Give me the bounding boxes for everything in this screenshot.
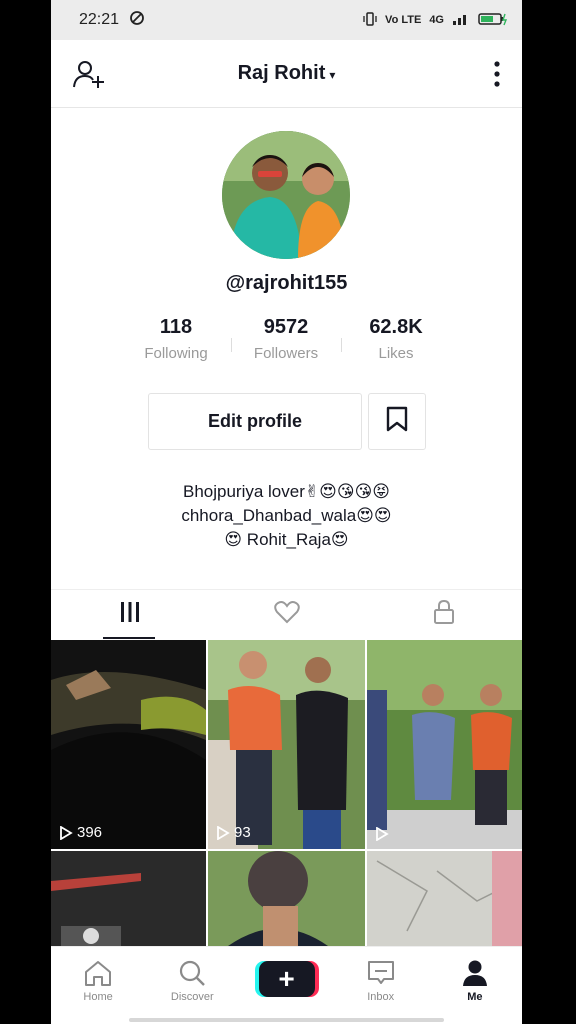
- stat-label: Likes: [378, 345, 414, 362]
- profile-stats: 118 Following 9572 Followers 62.8K Likes: [121, 316, 451, 362]
- video-thumbnail[interactable]: [51, 851, 206, 946]
- more-options-icon[interactable]: [494, 60, 500, 93]
- bio-line: Bhojpuriya lover✌😍😘😘😝: [182, 482, 391, 501]
- nav-home[interactable]: Home: [51, 947, 145, 1024]
- video-thumbnail[interactable]: 93: [208, 640, 365, 849]
- bookmark-icon: [386, 406, 408, 437]
- bottom-nav: Home Discover + Inbox Me: [51, 946, 522, 1024]
- tab-liked[interactable]: [208, 590, 365, 639]
- volte-label: Vo LTE: [385, 14, 422, 26]
- add-friend-icon[interactable]: [73, 60, 105, 95]
- tab-videos[interactable]: [51, 590, 208, 639]
- status-icons: Vo LTE 4G: [363, 11, 508, 29]
- lock-icon: [433, 599, 455, 630]
- heart-icon: [273, 600, 300, 629]
- view-count: 396: [59, 824, 102, 841]
- nav-label: Home: [83, 991, 113, 1003]
- status-bar: 22:21 Vo LTE 4G: [51, 0, 522, 40]
- edit-profile-button[interactable]: Edit profile: [148, 393, 362, 450]
- view-count: 93: [216, 824, 251, 841]
- create-button[interactable]: +: [258, 961, 315, 997]
- video-thumbnail[interactable]: [208, 851, 365, 946]
- view-count-value: 93: [234, 824, 251, 841]
- nav-create[interactable]: +: [239, 947, 333, 1024]
- nav-inbox[interactable]: Inbox: [334, 947, 428, 1024]
- profile-header: Raj Rohit ▾: [51, 40, 522, 108]
- home-icon: [85, 961, 112, 986]
- favorites-button[interactable]: [368, 393, 426, 450]
- stat-likes[interactable]: 62.8K Likes: [341, 316, 451, 362]
- play-icon: [60, 825, 73, 840]
- chevron-down-icon: ▾: [329, 68, 336, 82]
- tab-private[interactable]: [365, 590, 522, 639]
- bio-line: chhora_Dhanbad_wala😍😍: [181, 506, 392, 525]
- view-count-value: 396: [77, 824, 103, 841]
- video-thumbnail[interactable]: [367, 851, 522, 946]
- battery-icon: [478, 12, 508, 29]
- nav-label: Discover: [170, 991, 214, 1003]
- stat-value: 62.8K: [369, 316, 423, 338]
- network-label: 4G: [429, 14, 444, 26]
- profile-screen: 22:21 Vo LTE 4G Raj Rohit ▾ @rajrohit155…: [51, 0, 522, 1024]
- video-thumbnail[interactable]: [367, 640, 522, 849]
- gesture-bar: [129, 1018, 444, 1022]
- stat-value: 118: [159, 316, 193, 338]
- avatar[interactable]: [222, 131, 350, 259]
- nav-me[interactable]: Me: [428, 947, 522, 1024]
- stat-followers[interactable]: 9572 Followers: [231, 316, 341, 362]
- stat-value: 9572: [263, 316, 309, 338]
- inbox-icon: [367, 961, 394, 984]
- content-tabs: [51, 589, 522, 639]
- grid-icon: [119, 601, 141, 628]
- signal-icon: [452, 13, 470, 28]
- vibrate-icon: [363, 11, 377, 29]
- profile-bio: Bhojpuriya lover✌😍😘😘😝 chhora_Dhanbad_wal…: [51, 480, 522, 552]
- stat-label: Following: [144, 345, 208, 362]
- account-name: Raj Rohit: [237, 62, 326, 84]
- dnd-icon: [129, 10, 145, 31]
- nav-label: Me: [467, 991, 483, 1003]
- nav-discover[interactable]: Discover: [145, 947, 239, 1024]
- bio-line: 😍 Rohit_Raja😍: [224, 530, 349, 549]
- profile-icon: [462, 960, 487, 986]
- profile-username: @rajrohit155: [225, 272, 348, 294]
- view-count: [375, 827, 393, 841]
- stat-following[interactable]: 118 Following: [121, 316, 231, 362]
- play-icon: [376, 827, 389, 841]
- play-icon: [217, 825, 230, 840]
- nav-label: Inbox: [367, 991, 395, 1003]
- plus-icon: +: [278, 963, 295, 994]
- status-time: 22:21: [79, 11, 120, 28]
- video-thumbnail[interactable]: 396: [51, 640, 206, 849]
- search-icon: [180, 960, 206, 986]
- video-grid: 396 93: [51, 640, 522, 946]
- account-switcher[interactable]: Raj Rohit ▾: [238, 62, 336, 85]
- stat-label: Followers: [253, 345, 319, 362]
